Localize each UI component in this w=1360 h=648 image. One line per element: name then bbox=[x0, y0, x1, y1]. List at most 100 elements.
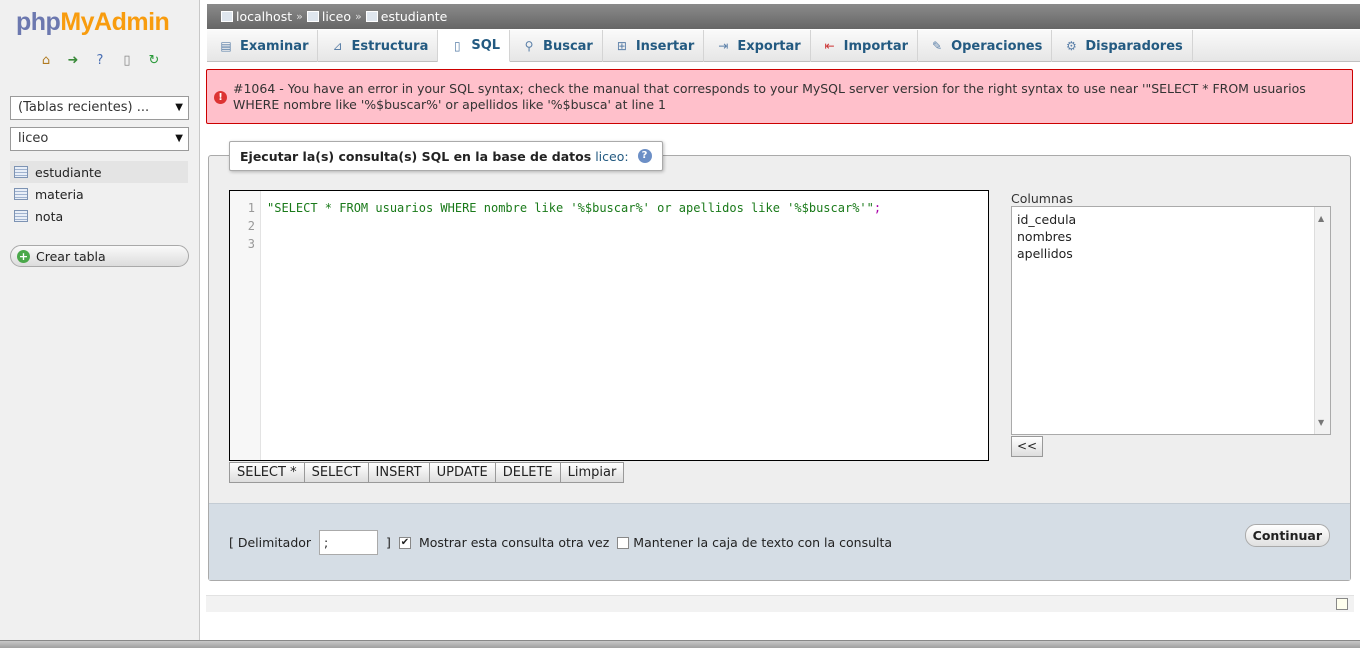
table-icon bbox=[14, 188, 28, 200]
structure-icon: ⊿ bbox=[332, 39, 343, 53]
create-table-button[interactable]: + Crear tabla bbox=[10, 245, 189, 267]
error-text: #1064 - You have an error in your SQL sy… bbox=[233, 81, 1306, 112]
tab-exportar[interactable]: ⇥ Exportar bbox=[704, 30, 811, 62]
insert-button[interactable]: INSERT bbox=[367, 462, 430, 483]
columns-scrollbar[interactable]: ▲ ▼ bbox=[1314, 207, 1330, 434]
tab-importar[interactable]: ⇤ Importar bbox=[811, 30, 919, 62]
keep-box-checkbox[interactable] bbox=[617, 536, 630, 549]
line-number: 3 bbox=[247, 237, 255, 251]
continue-button[interactable]: Continuar bbox=[1244, 524, 1330, 547]
table-item-nota[interactable]: nota bbox=[10, 205, 188, 227]
sql-code[interactable]: "SELECT * FROM usuarios WHERE nombre lik… bbox=[267, 199, 881, 217]
sql-icon: ▯ bbox=[454, 38, 461, 53]
breadcrumb-table[interactable]: estudiante bbox=[365, 9, 448, 24]
os-taskbar bbox=[0, 640, 1360, 648]
chevron-down-icon: ▼ bbox=[175, 133, 183, 144]
tab-label: Operaciones bbox=[951, 38, 1043, 54]
columns-label: Columnas bbox=[1011, 191, 1074, 206]
error-message: ! #1064 - You have an error in your SQL … bbox=[206, 69, 1353, 124]
columns-listbox[interactable]: id_cedula nombres apellidos ▲ ▼ bbox=[1011, 206, 1331, 435]
error-icon: ! bbox=[214, 91, 227, 104]
logo-php: php bbox=[16, 8, 61, 36]
select-all-button[interactable]: SELECT * bbox=[229, 462, 305, 483]
breadcrumb-server-label: localhost bbox=[236, 9, 293, 24]
help-icon[interactable]: ? bbox=[637, 149, 652, 163]
tab-examinar[interactable]: ▤ Examinar bbox=[207, 30, 319, 62]
clear-button[interactable]: Limpiar bbox=[559, 462, 625, 483]
tab-buscar[interactable]: ⚲ Buscar bbox=[510, 30, 603, 62]
sidebar-icon-bar: ⌂ ➜ ? ▯ ↻ bbox=[37, 52, 163, 68]
table-list: estudiante materia nota bbox=[10, 161, 188, 227]
tab-operaciones[interactable]: ✎ Operaciones bbox=[918, 30, 1053, 62]
export-icon: ⇥ bbox=[718, 39, 729, 53]
sql-code-string: "SELECT * FROM usuarios WHERE nombre lik… bbox=[267, 201, 874, 215]
delimiter-close-label: ] bbox=[386, 535, 391, 550]
update-button[interactable]: UPDATE bbox=[428, 462, 496, 483]
line-number: 2 bbox=[247, 219, 255, 233]
wrench-icon: ✎ bbox=[932, 39, 943, 53]
select-button[interactable]: SELECT bbox=[303, 462, 369, 483]
recent-tables-select[interactable]: (Tablas recientes) ... ▼ bbox=[10, 96, 189, 120]
breadcrumb: localhost » liceo » estudiante bbox=[207, 4, 1360, 29]
tab-label: Insertar bbox=[635, 38, 695, 54]
table-icon bbox=[14, 166, 28, 178]
plus-icon: + bbox=[17, 249, 30, 263]
tab-label: Exportar bbox=[737, 38, 801, 54]
delimiter-label: [ Delimitador bbox=[229, 535, 312, 550]
search-icon: ⚲ bbox=[524, 39, 534, 53]
documentation-icon[interactable]: ▯ bbox=[118, 52, 136, 68]
sql-template-buttons: SELECT * SELECT INSERT UPDATE DELETE Lim… bbox=[229, 462, 625, 483]
scroll-up-icon[interactable]: ▲ bbox=[1318, 210, 1324, 227]
table-item-label: materia bbox=[35, 186, 84, 202]
tab-label: Estructura bbox=[351, 38, 429, 54]
table-item-label: estudiante bbox=[35, 164, 102, 180]
console-toggle-icon[interactable] bbox=[1336, 598, 1348, 610]
column-option[interactable]: apellidos bbox=[1017, 245, 1325, 262]
tab-sql[interactable]: ▯ SQL bbox=[438, 30, 511, 62]
query-options-row: [ Delimitador ; ] ✔ Mostrar esta consult… bbox=[229, 530, 892, 555]
reload-icon[interactable]: ↻ bbox=[145, 52, 163, 68]
breadcrumb-server[interactable]: localhost bbox=[221, 9, 292, 24]
tab-estructura[interactable]: ⊿ Estructura bbox=[318, 30, 439, 62]
logout-icon[interactable]: ➜ bbox=[64, 52, 82, 68]
phpmyadmin-logo[interactable]: phpMyAdmin bbox=[16, 8, 170, 37]
breadcrumb-table-label: estudiante bbox=[380, 9, 448, 24]
console-bar[interactable] bbox=[206, 595, 1354, 612]
recent-tables-value: (Tablas recientes) ... bbox=[18, 100, 150, 115]
delimiter-input[interactable]: ; bbox=[319, 530, 379, 555]
table-item-materia[interactable]: materia bbox=[10, 183, 188, 205]
database-select-value: liceo bbox=[18, 131, 49, 146]
query-options-bar: [ Delimitador ; ] ✔ Mostrar esta consult… bbox=[209, 503, 1350, 580]
tab-label: Importar bbox=[843, 38, 909, 54]
breadcrumb-separator: » bbox=[296, 10, 303, 23]
insert-column-button[interactable]: << bbox=[1011, 436, 1043, 457]
scroll-down-icon[interactable]: ▼ bbox=[1318, 414, 1324, 431]
table-item-estudiante[interactable]: estudiante bbox=[10, 161, 188, 183]
help-icon[interactable]: ? bbox=[91, 52, 109, 68]
sql-editor[interactable]: 1 2 3 "SELECT * FROM usuarios WHERE nomb… bbox=[229, 190, 989, 461]
delete-button[interactable]: DELETE bbox=[494, 462, 561, 483]
breadcrumb-database[interactable]: liceo bbox=[306, 9, 352, 24]
legend-database-link[interactable]: liceo: bbox=[595, 149, 628, 164]
column-option[interactable]: nombres bbox=[1017, 228, 1325, 245]
tab-insertar[interactable]: ⊞ Insertar bbox=[603, 30, 705, 62]
keep-box-label: Mantener la caja de texto con la consult… bbox=[633, 535, 893, 550]
database-select[interactable]: liceo ▼ bbox=[10, 127, 189, 151]
line-number-gutter: 1 2 3 bbox=[230, 191, 261, 460]
navigation-sidebar: phpMyAdmin ⌂ ➜ ? ▯ ↻ (Tablas recientes) … bbox=[0, 0, 200, 640]
home-icon[interactable]: ⌂ bbox=[37, 52, 55, 68]
tab-label: Buscar bbox=[543, 38, 593, 54]
tab-bar: ▤ Examinar ⊿ Estructura ▯ SQL ⚲ Buscar ⊞ Inse… bbox=[207, 30, 1360, 62]
show-query-label: Mostrar esta consulta otra vez bbox=[418, 535, 610, 550]
tab-disparadores[interactable]: ⚙ Disparadores bbox=[1052, 30, 1193, 62]
tab-label: SQL bbox=[471, 38, 501, 53]
table-item-label: nota bbox=[35, 208, 64, 224]
show-query-checkbox[interactable]: ✔ bbox=[398, 536, 411, 549]
triggers-icon: ⚙ bbox=[1065, 39, 1077, 53]
breadcrumb-database-label: liceo bbox=[321, 9, 352, 24]
server-icon bbox=[221, 11, 233, 22]
table-icon bbox=[14, 210, 28, 222]
column-option[interactable]: id_cedula bbox=[1017, 211, 1325, 228]
logo-myadmin: MyAdmin bbox=[60, 8, 170, 36]
table-icon bbox=[365, 11, 378, 22]
